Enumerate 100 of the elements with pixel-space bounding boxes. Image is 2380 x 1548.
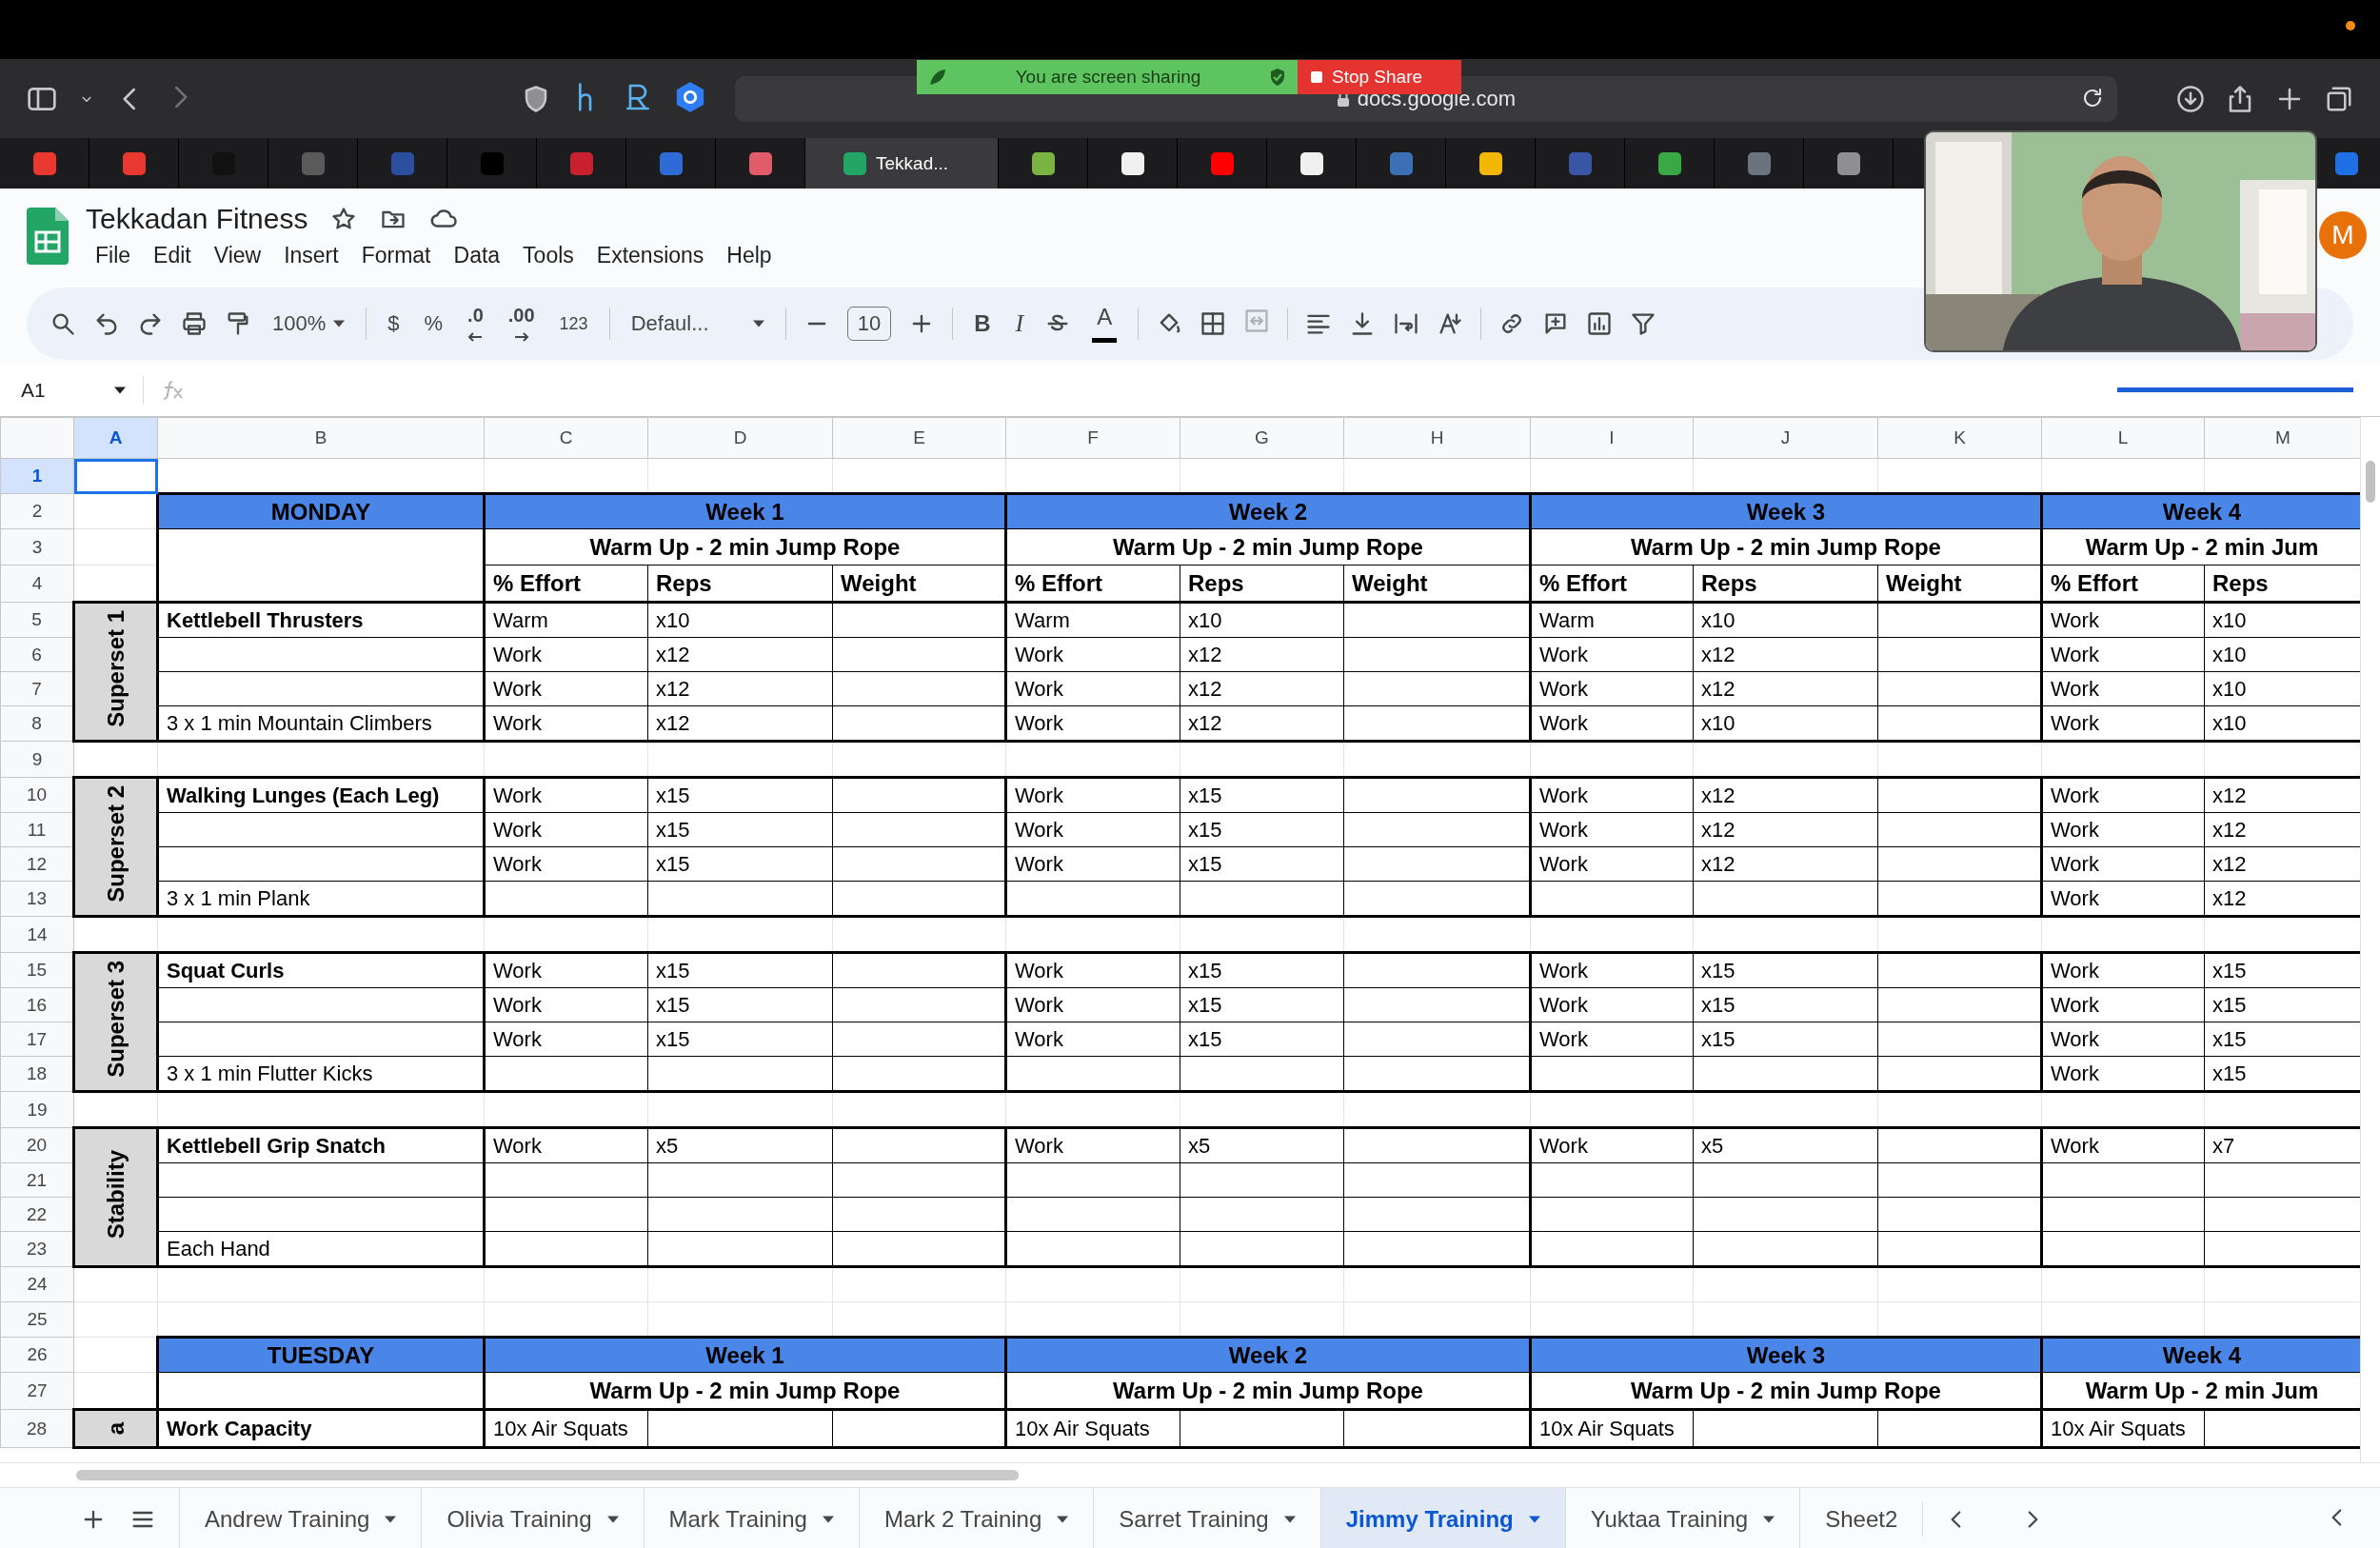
column-header[interactable]: E	[832, 417, 1006, 459]
sheet-tab[interactable]: Mark 2 Training	[858, 1487, 1094, 1548]
caret-icon[interactable]	[385, 1515, 397, 1523]
scrollbar-thumb[interactable]	[76, 1470, 1019, 1480]
row-number[interactable]: 12	[0, 846, 74, 882]
caret-icon[interactable]	[822, 1515, 834, 1523]
column-header[interactable]: C	[484, 417, 648, 459]
row-number[interactable]: 2	[0, 493, 74, 529]
menu-item[interactable]: Data	[444, 240, 510, 270]
browser-tab[interactable]: Tekkad...	[805, 138, 999, 189]
stop-share-button[interactable]: Stop Share	[1298, 60, 1461, 94]
row-number[interactable]: 16	[0, 987, 74, 1022]
sheet-tab[interactable]: Sheet2	[1799, 1487, 1923, 1548]
text-color-button[interactable]: A	[1088, 301, 1121, 347]
column-header[interactable]: K	[1877, 417, 2042, 459]
menu-item[interactable]: Help	[717, 240, 782, 270]
sheet-tab[interactable]: Jimmy Training	[1319, 1487, 1565, 1548]
function-icon	[161, 378, 186, 402]
increase-decimals-button[interactable]: .00	[504, 302, 539, 346]
row-number[interactable]: 7	[0, 671, 74, 706]
menu-item[interactable]: Edit	[144, 240, 201, 270]
percent-button[interactable]: %	[420, 308, 447, 340]
row-number[interactable]: 3	[0, 528, 74, 566]
column-header[interactable]: D	[647, 417, 833, 459]
row-number[interactable]: 5	[0, 602, 74, 638]
print-icon[interactable]	[181, 310, 208, 337]
row-number[interactable]: 26	[0, 1337, 74, 1373]
row-number[interactable]: 1	[0, 458, 74, 494]
text-rotate-icon[interactable]	[1437, 310, 1464, 337]
column-header[interactable]: I	[1530, 417, 1694, 459]
column-header[interactable]: M	[2204, 417, 2360, 459]
caret-icon[interactable]	[606, 1515, 619, 1523]
merge-cells-icon[interactable]	[1243, 308, 1271, 334]
menu-item[interactable]: Insert	[274, 240, 348, 270]
row-number[interactable]: 19	[0, 1091, 74, 1128]
row-number[interactable]: 22	[0, 1197, 74, 1232]
reload-icon[interactable]	[2081, 86, 2104, 109]
hexagon-icon[interactable]	[674, 80, 706, 113]
zoom-select[interactable]: 100%	[268, 308, 349, 340]
caret-icon[interactable]	[1057, 1515, 1069, 1523]
row-number[interactable]: 14	[0, 916, 74, 953]
caret-icon[interactable]	[1283, 1515, 1296, 1523]
section-label: a	[73, 1409, 158, 1448]
row-number[interactable]: 11	[0, 812, 74, 847]
decrease-decimals-button[interactable]: .0	[464, 302, 487, 346]
row-number[interactable]: 15	[0, 952, 74, 988]
chart-icon[interactable]	[1586, 310, 1614, 337]
scrollbar-thumb[interactable]	[2366, 461, 2375, 503]
caret-icon[interactable]	[333, 320, 346, 327]
borders-icon[interactable]	[1200, 310, 1227, 337]
row-number[interactable]: 8	[0, 705, 74, 742]
currency-button[interactable]: $	[384, 308, 404, 340]
row-number[interactable]: 28	[0, 1409, 74, 1448]
row-number[interactable]: 25	[0, 1301, 74, 1338]
row-number[interactable]: 9	[0, 741, 74, 778]
reps-cell: x5	[1693, 1127, 1878, 1163]
column-header[interactable]: J	[1693, 417, 1878, 459]
row-number[interactable]: 18	[0, 1056, 74, 1092]
column-header[interactable]: G	[1180, 417, 1344, 459]
row-number[interactable]: 20	[0, 1127, 74, 1163]
row-number[interactable]: 13	[0, 881, 74, 917]
caret-icon[interactable]	[1763, 1515, 1775, 1523]
redo-icon[interactable]	[137, 310, 164, 337]
menu-item[interactable]: Format	[351, 240, 441, 270]
row-number[interactable]: 4	[0, 565, 74, 603]
spreadsheet-logo-icon[interactable]	[27, 208, 69, 265]
menu-item[interactable]: Extensions	[586, 240, 714, 270]
bold-button[interactable]: B	[970, 307, 995, 341]
menu-item[interactable]: Tools	[513, 240, 584, 270]
row-number[interactable]: 27	[0, 1372, 74, 1410]
column-header[interactable]: L	[2041, 417, 2205, 459]
font-size-field[interactable]: 10	[846, 307, 892, 341]
menu-item[interactable]: File	[86, 240, 141, 270]
caret-icon[interactable]	[752, 320, 764, 327]
corner-cell[interactable]	[0, 417, 74, 459]
row-number[interactable]: 23	[0, 1231, 74, 1267]
menu-item[interactable]: View	[204, 240, 271, 270]
sheet-tab[interactable]: Yuktaa Training	[1564, 1487, 1800, 1548]
download-icon[interactable]	[2176, 84, 2205, 113]
italic-button[interactable]: I	[1011, 306, 1028, 342]
row-number[interactable]: 6	[0, 637, 74, 672]
font-select[interactable]: Defaul...	[626, 308, 768, 340]
star-icon[interactable]	[330, 205, 358, 232]
row-number[interactable]: 24	[0, 1266, 74, 1302]
sheet-tab[interactable]: Olivia Training	[421, 1487, 644, 1548]
name-box[interactable]: A1	[21, 378, 126, 402]
caret-icon[interactable]	[114, 386, 126, 394]
row-number[interactable]: 21	[0, 1162, 74, 1198]
row-number[interactable]: 17	[0, 1022, 74, 1057]
sheet-tab[interactable]: Andrew Training	[179, 1487, 422, 1548]
column-header[interactable]: F	[1005, 417, 1180, 459]
row-number[interactable]: 10	[0, 777, 74, 813]
number-format-button[interactable]: 123	[555, 309, 592, 338]
sheet-tab[interactable]: Sarret Training	[1093, 1487, 1320, 1548]
document-title[interactable]: Tekkadan Fitness	[86, 202, 308, 235]
selected-cell[interactable]	[73, 458, 158, 494]
column-header[interactable]: B	[157, 417, 485, 459]
column-header[interactable]: A	[73, 417, 158, 459]
sheet-tab[interactable]: Mark Training	[643, 1487, 859, 1548]
column-header[interactable]: H	[1343, 417, 1531, 459]
